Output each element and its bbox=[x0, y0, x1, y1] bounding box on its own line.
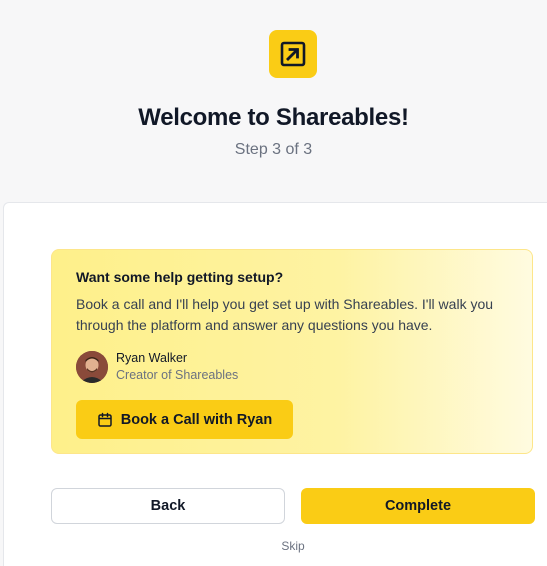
onboarding-page: Welcome to Shareables! Step 3 of 3 Want … bbox=[0, 0, 547, 566]
help-title: Want some help getting setup? bbox=[76, 269, 284, 285]
person-photo bbox=[76, 351, 108, 383]
person-name: Ryan Walker bbox=[116, 351, 188, 365]
onboarding-header: Welcome to Shareables! Step 3 of 3 bbox=[0, 0, 547, 200]
back-button[interactable]: Back bbox=[51, 488, 285, 524]
avatar bbox=[76, 351, 108, 383]
book-call-label: Book a Call with Ryan bbox=[120, 411, 273, 428]
calendar-icon bbox=[98, 412, 112, 427]
help-description: Book a call and I'll help you get set up… bbox=[76, 296, 494, 333]
complete-button[interactable]: Complete bbox=[301, 488, 535, 524]
help-callout: Want some help getting setup? Book a cal… bbox=[51, 249, 533, 454]
step-indicator: Step 3 of 3 bbox=[234, 141, 313, 158]
page-title: Welcome to Shareables! bbox=[138, 104, 409, 131]
skip-link[interactable]: Skip bbox=[0, 539, 547, 553]
person-role: Creator of Shareables bbox=[116, 368, 239, 382]
shareables-logo bbox=[269, 30, 317, 78]
arrow-up-right-square-icon bbox=[280, 41, 306, 67]
book-call-button[interactable]: Book a Call with Ryan bbox=[76, 400, 293, 439]
